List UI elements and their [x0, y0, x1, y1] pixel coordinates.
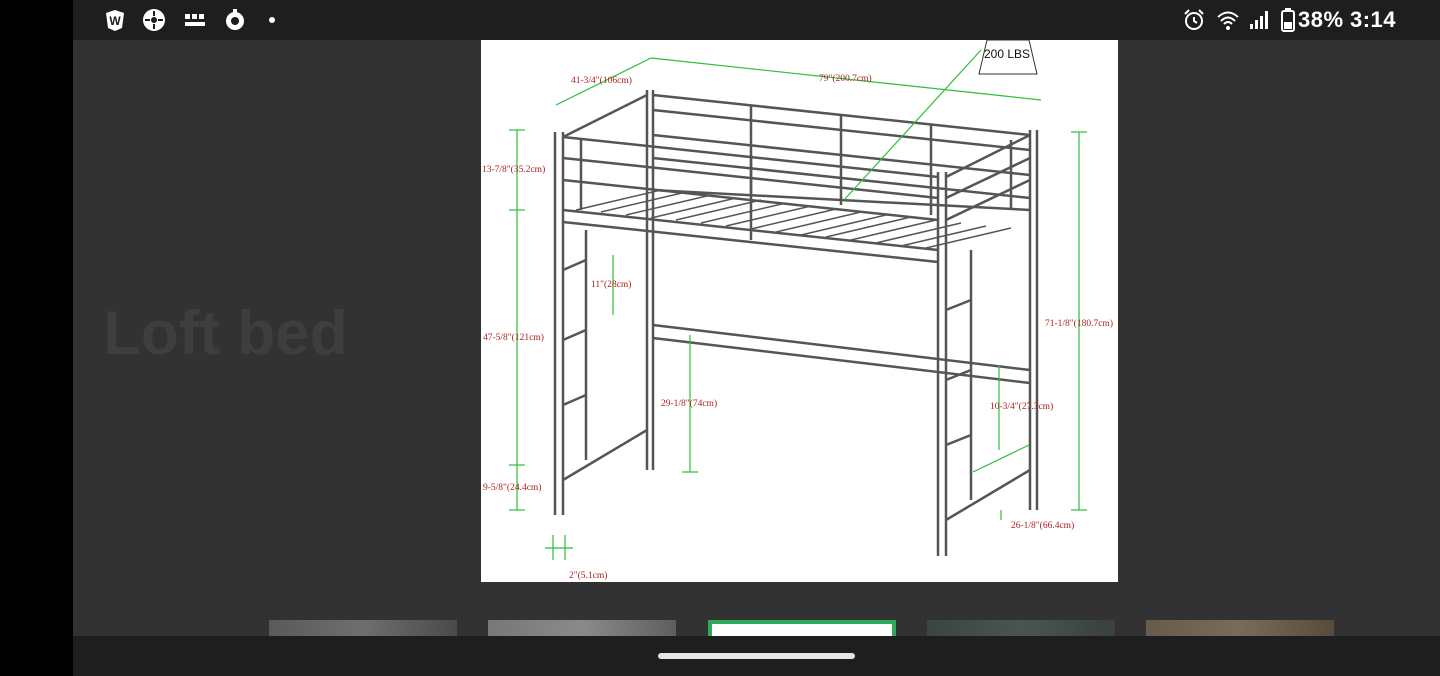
screen: W 38% 3:14 Loft bed 200 LBS 41-3/4"(106c…: [73, 0, 1440, 676]
device-left-bezel: [0, 0, 73, 676]
dim-bar-height: 29-1/8"(74cm): [661, 398, 717, 409]
dim-ladder-width: 26-1/8"(66.4cm): [1011, 520, 1074, 531]
status-bar: W 38% 3:14: [73, 0, 1440, 40]
background-page-title: Loft bed: [103, 299, 348, 368]
battery-icon: [1281, 8, 1295, 32]
product-dimension-image[interactable]: 200 LBS 41-3/4"(106cm) 79"(200.7cm) 13-7…: [481, 40, 1118, 582]
signal-icon: [1247, 8, 1271, 32]
dim-under-height: 47-5/8"(121cm): [483, 332, 544, 343]
thumbnail-5[interactable]: [1146, 620, 1334, 636]
notification-dot-icon: [269, 8, 293, 32]
thumbnail-3-selected[interactable]: [708, 620, 896, 636]
alarm-icon: [1182, 8, 1206, 32]
compass-app-icon: [142, 8, 166, 32]
gesture-handle[interactable]: [658, 653, 855, 659]
dim-total-height: 71-1/8"(180.7cm): [1045, 318, 1113, 329]
dim-leg-width: 2"(5.1cm): [569, 570, 607, 581]
thumbnail-2[interactable]: [488, 620, 676, 636]
navigation-bar: [73, 636, 1440, 676]
dim-rail-height: 13-7/8"(35.2cm): [482, 164, 545, 175]
dim-bottom-rung: 9-5/8"(24.4cm): [483, 482, 542, 493]
wifi-icon: [1216, 8, 1240, 32]
loft-bed-frame: [553, 90, 1039, 556]
location-pin-icon: [223, 8, 247, 32]
svg-text:W: W: [109, 14, 121, 28]
dim-ladder-step: 11"(28cm): [591, 279, 631, 290]
dim-length: 79"(200.7cm): [819, 73, 872, 84]
bbc-news-icon: [183, 8, 207, 32]
thumbnail-4[interactable]: [927, 620, 1115, 636]
thumbnail-strip: [73, 620, 1440, 636]
thumbnail-1[interactable]: [269, 620, 457, 636]
weight-capacity-label: 200 LBS: [984, 47, 1030, 61]
dim-ladder-gap: 10-3/4"(27.3cm): [990, 401, 1053, 412]
wordscapes-app-icon: W: [103, 8, 127, 32]
clock-time: 3:14: [1350, 7, 1397, 32]
battery-percentage: 38%: [1298, 7, 1344, 32]
dim-depth: 41-3/4"(106cm): [571, 75, 632, 86]
